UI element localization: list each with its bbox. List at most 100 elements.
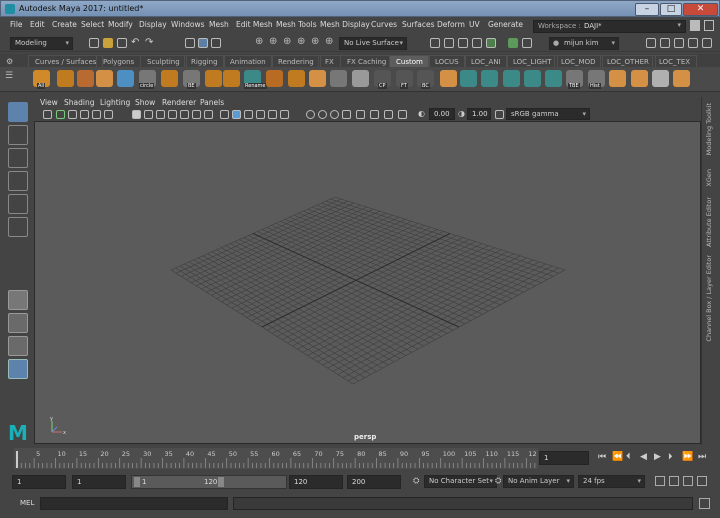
menu-mesh-display[interactable]: Mesh Display: [320, 20, 370, 29]
undo-icon[interactable]: ↶: [131, 37, 139, 48]
lock-icon[interactable]: [690, 20, 700, 31]
brush-tool-icon[interactable]: [117, 70, 134, 87]
cp-tool-icon[interactable]: CP: [374, 70, 391, 89]
cube-tool-icon[interactable]: [205, 70, 222, 87]
shelf-tab-fx-caching[interactable]: FX Caching: [340, 55, 394, 67]
menu-modify[interactable]: Modify: [108, 20, 133, 29]
range-end-handle[interactable]: [218, 477, 224, 487]
depth-of-field-icon[interactable]: [342, 110, 351, 119]
range-start-handle[interactable]: [134, 477, 140, 487]
wireframe-icon[interactable]: [220, 110, 229, 119]
resolution-gate-icon[interactable]: [156, 110, 165, 119]
play-sim-icon[interactable]: [508, 38, 518, 48]
bevel-plus-tool-icon[interactable]: [652, 70, 669, 87]
menu-surfaces[interactable]: Surfaces: [402, 20, 434, 29]
shelf-tab-curves-surfaces[interactable]: Curves / Surfaces: [28, 55, 104, 67]
toggle-channel-box-icon[interactable]: [646, 38, 656, 48]
cone-tool-icon[interactable]: [288, 70, 305, 87]
export-tool-icon[interactable]: [460, 70, 477, 87]
preferences-icon[interactable]: [697, 476, 707, 486]
shelf-tab-loc-mod[interactable]: LOC_MOD: [554, 55, 603, 67]
four-view-layout-icon[interactable]: [8, 313, 28, 333]
colorspace-dropdown[interactable]: sRGB gamma: [506, 108, 590, 120]
image-plane-icon[interactable]: [80, 110, 89, 119]
select-component-icon[interactable]: [211, 38, 221, 48]
menu-mesh[interactable]: Mesh: [209, 20, 229, 29]
snap-vertex-icon[interactable]: ⊕: [325, 36, 333, 47]
view-transform-icon[interactable]: [495, 110, 504, 119]
select-hierarchy-icon[interactable]: [185, 38, 195, 48]
circle-tool-icon[interactable]: circle: [139, 70, 156, 89]
panel-menu-lighting[interactable]: Lighting: [100, 98, 130, 107]
shelf-options-icon[interactable]: ⚙: [6, 57, 13, 66]
safe-title-icon[interactable]: [204, 110, 213, 119]
snap-curve-icon[interactable]: ⊕: [269, 36, 277, 47]
all-tool-icon[interactable]: All: [33, 70, 50, 89]
auto-key-icon[interactable]: [669, 476, 679, 486]
redo-icon[interactable]: ↷: [145, 37, 153, 48]
live-surface-dropdown[interactable]: No Live Surface: [339, 37, 407, 50]
paint-select-tool-icon[interactable]: [8, 148, 28, 168]
mirror-tool-icon[interactable]: [330, 70, 347, 87]
shelf-tab-fx[interactable]: FX: [318, 55, 341, 67]
toggle-layer-editor-icon[interactable]: [702, 38, 712, 48]
textured-icon[interactable]: [256, 110, 265, 119]
film-gate-icon[interactable]: [144, 110, 153, 119]
center-pivot-tool-icon[interactable]: [545, 70, 562, 87]
maximize-button[interactable]: □: [660, 3, 682, 16]
go-to-start-icon[interactable]: ⏮: [598, 452, 606, 462]
render-frame-icon[interactable]: [444, 38, 454, 48]
scene-start-field[interactable]: 1: [12, 475, 66, 489]
fps-dropdown[interactable]: 24 fps: [578, 475, 645, 488]
menu-generate[interactable]: Generate: [488, 20, 523, 29]
box-tool-icon[interactable]: [309, 70, 326, 87]
play-backwards-icon[interactable]: ◀: [640, 452, 647, 462]
select-tool-icon[interactable]: [8, 102, 28, 122]
playback-end-field[interactable]: 120: [289, 475, 343, 489]
scene-end-field[interactable]: 200: [347, 475, 401, 489]
paint-tool-icon[interactable]: [673, 70, 690, 87]
script-editor-icon[interactable]: [699, 498, 710, 509]
xray-joints-icon[interactable]: [384, 110, 393, 119]
layout-icon[interactable]: [704, 20, 714, 31]
render-view-icon[interactable]: [430, 38, 440, 48]
tbe-tool-icon[interactable]: TBE: [566, 70, 583, 89]
menu-mesh-tools[interactable]: Mesh Tools: [276, 20, 317, 29]
step-back-frame-icon[interactable]: ⏴: [626, 452, 631, 462]
menu-deform[interactable]: Deform: [437, 20, 465, 29]
bevel-tool-icon[interactable]: [96, 70, 113, 87]
range-slider[interactable]: 1 120: [131, 475, 287, 489]
crate-tool-icon[interactable]: [440, 70, 457, 87]
rotate-tool-icon[interactable]: [8, 194, 28, 214]
snap-point-icon[interactable]: ⊕: [283, 36, 291, 47]
grease-pencil-icon[interactable]: [92, 110, 101, 119]
loop-icon[interactable]: [655, 476, 665, 486]
move-tool-icon[interactable]: [8, 171, 28, 191]
wireframe-on-shaded-icon[interactable]: [244, 110, 253, 119]
playback-start-field[interactable]: 1: [72, 475, 126, 489]
field-chart-icon[interactable]: [180, 110, 189, 119]
camera-select-icon[interactable]: [43, 110, 52, 119]
user-account-dropdown[interactable]: mijun kim ●: [549, 37, 619, 50]
menu-windows[interactable]: Windows: [171, 20, 204, 29]
shelf-tab-rigging[interactable]: Rigging: [184, 55, 225, 67]
sphere-tool-icon[interactable]: [266, 70, 283, 87]
go-to-end-icon[interactable]: ⏭: [698, 452, 706, 462]
menu-file[interactable]: File: [10, 20, 23, 29]
gate-mask-icon[interactable]: [168, 110, 177, 119]
hist-tool-icon[interactable]: Hist: [588, 70, 605, 89]
script-language-label[interactable]: MEL: [20, 499, 34, 507]
tab-xgen[interactable]: XGen: [705, 169, 713, 187]
workspace-selector[interactable]: Workspace : DAJI* ▾: [533, 20, 686, 33]
panel-menu-shading[interactable]: Shading: [64, 98, 94, 107]
tab-modeling-toolkit[interactable]: Modeling Toolkit: [705, 103, 713, 155]
menu-edit-mesh[interactable]: Edit Mesh: [236, 20, 273, 29]
shelf-tab-locus[interactable]: LOCUS: [428, 55, 466, 67]
snap-grid-icon[interactable]: ⊕: [255, 36, 263, 47]
menu-display[interactable]: Display: [139, 20, 167, 29]
hypershade-icon[interactable]: [486, 38, 496, 48]
sound-icon[interactable]: [683, 476, 693, 486]
pause-sim-icon[interactable]: [522, 38, 532, 48]
camera-attributes-icon[interactable]: [56, 110, 65, 119]
safe-action-icon[interactable]: [192, 110, 201, 119]
